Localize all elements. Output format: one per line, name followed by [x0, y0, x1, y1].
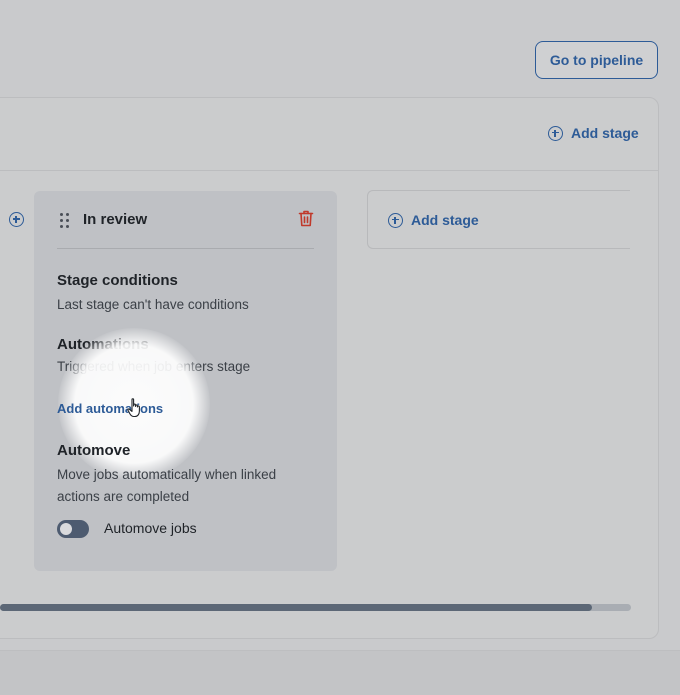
add-stage-button[interactable]: Add stage: [388, 212, 479, 228]
hand-pointer-icon: [127, 398, 143, 423]
automove-text-line2: actions are completed: [57, 489, 190, 504]
plus-circle-icon: [388, 212, 403, 228]
add-stage-label: Add stage: [411, 212, 479, 228]
board-header: Add stage: [0, 98, 658, 171]
scrollbar-thumb[interactable]: [0, 604, 592, 611]
horizontal-scrollbar[interactable]: [0, 604, 631, 611]
add-automations-link[interactable]: Add automations: [57, 401, 163, 416]
footer-bar: [0, 650, 680, 695]
automove-toggle-label: Automove jobs: [104, 520, 197, 536]
insert-stage-plus-icon[interactable]: [9, 212, 24, 227]
plus-circle-icon: [548, 125, 563, 141]
automove-title: Automove: [57, 442, 131, 459]
stage-card-overlay: Add automations Automove Move jobs autom…: [34, 191, 337, 571]
automove-toggle[interactable]: [57, 520, 89, 538]
header-add-stage-button[interactable]: Add stage: [548, 125, 639, 141]
go-to-pipeline-button[interactable]: Go to pipeline: [535, 41, 658, 79]
automove-text-line1: Move jobs automatically when linked: [57, 467, 277, 482]
header-add-stage-label: Add stage: [571, 125, 639, 141]
new-stage-column: Add stage: [367, 190, 630, 249]
